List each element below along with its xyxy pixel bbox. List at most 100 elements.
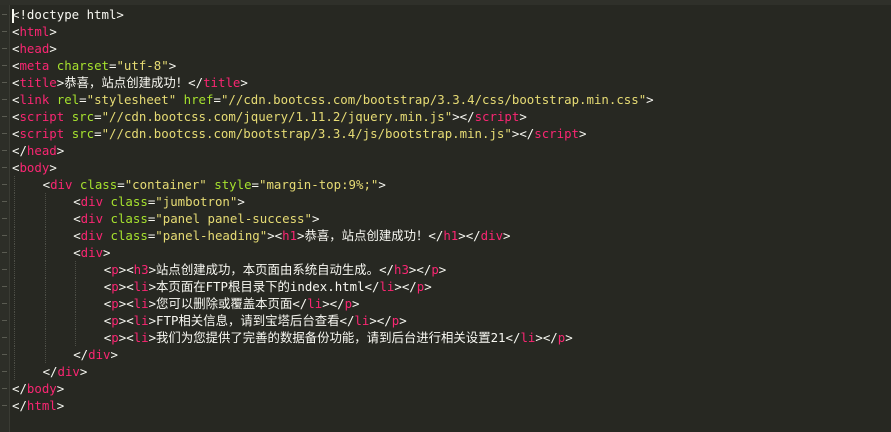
code-line[interactable]: <script src="//cdn.bootcss.com/bootstrap… xyxy=(12,125,654,142)
code-line[interactable]: <meta charset="utf-8"> xyxy=(12,57,654,74)
code-line[interactable]: </head> xyxy=(12,142,654,159)
code-token: p xyxy=(111,313,119,328)
code-token: > xyxy=(646,92,654,107)
code-token: > xyxy=(56,398,65,413)
code-token: p xyxy=(344,296,353,311)
code-token: >< xyxy=(118,296,134,311)
code-lines[interactable]: <!doctype html> <html> <head> <meta charset… xyxy=(12,6,654,414)
fold-marker xyxy=(2,133,7,134)
fold-marker xyxy=(2,150,7,151)
code-line[interactable]: <p><h3>站点创建成功，本页面由系统自动生成。</h3></p> xyxy=(12,261,654,278)
code-line[interactable]: <head> xyxy=(12,40,654,57)
code-token: >< xyxy=(267,228,283,243)
code-token: >< xyxy=(118,279,134,294)
code-token: >我们为您提供了完善的数据备份功能，请到后台进行相关设置21</ xyxy=(148,330,521,345)
code-token: li xyxy=(520,330,536,345)
code-token: li xyxy=(307,296,323,311)
code-token: class xyxy=(79,177,118,192)
code-line[interactable]: <!doctype html> xyxy=(12,6,654,23)
code-token: = xyxy=(213,92,221,107)
indent-guide xyxy=(75,312,77,329)
indent-guide xyxy=(14,278,15,295)
code-token: = xyxy=(94,126,102,141)
code-line[interactable]: <p><li>我们为您提供了完善的数据备份功能，请到后台进行相关设置21</li… xyxy=(12,329,654,346)
fold-marker xyxy=(2,48,7,49)
code-token: head xyxy=(19,41,50,56)
code-token: link xyxy=(19,92,50,107)
code-line-content: <script src="//cdn.bootcss.com/jquery/1.… xyxy=(12,109,527,124)
code-token: ></ xyxy=(511,126,535,141)
indent-guide xyxy=(14,227,15,244)
code-token: "//cdn.bootcss.com/bootstrap/3.3.4/js/bo… xyxy=(101,126,512,141)
fold-marker xyxy=(2,218,7,219)
code-token: div xyxy=(88,347,111,362)
code-token: "panel-heading" xyxy=(155,228,268,243)
code-line-content: <p><h3>站点创建成功，本页面由系统自动生成。</h3></p> xyxy=(12,262,446,277)
code-line[interactable]: <script src="//cdn.bootcss.com/jquery/1.… xyxy=(12,108,654,125)
code-editor[interactable]: <!doctype html> <html> <head> <meta charset… xyxy=(0,5,891,432)
code-line[interactable]: <div> xyxy=(12,244,654,261)
fold-marker xyxy=(2,201,7,202)
indent-guide xyxy=(14,210,15,227)
code-token: ></ xyxy=(369,313,392,328)
code-token: > xyxy=(519,109,527,124)
fold-marker xyxy=(2,320,7,321)
code-line[interactable]: <title>恭喜，站点创建成功！</title> xyxy=(12,74,654,91)
indent-guide xyxy=(44,312,46,329)
indent-guide xyxy=(14,193,15,210)
code-line[interactable]: <p><li>本页面在FTP根目录下的index.html</li></p> xyxy=(12,278,654,295)
code-token: class xyxy=(110,228,148,243)
code-token: >站点创建成功，本页面由系统自动生成。</ xyxy=(148,262,394,277)
code-line[interactable]: <div class="panel panel-success"> xyxy=(12,210,654,227)
code-line[interactable]: </body> xyxy=(12,380,654,397)
code-token: = xyxy=(251,177,260,192)
code-token: charset xyxy=(56,58,109,73)
code-line[interactable]: <html> xyxy=(12,23,654,40)
code-token: = xyxy=(117,177,125,192)
code-token: < xyxy=(73,211,81,226)
fold-marker xyxy=(2,167,7,168)
code-line-content: </div> xyxy=(12,347,118,362)
code-line[interactable]: </html> xyxy=(12,397,654,414)
code-line[interactable]: </div> xyxy=(12,346,654,363)
code-line[interactable]: <div class="panel-heading"><h1>恭喜，站点创建成功… xyxy=(12,227,654,244)
code-token: ></ xyxy=(458,228,481,243)
code-token: script xyxy=(19,109,65,124)
code-token: class xyxy=(110,194,148,209)
code-token: >恭喜，站点创建成功！</ xyxy=(56,75,204,90)
fold-marker xyxy=(2,286,7,287)
code-token: head xyxy=(26,143,57,158)
code-line[interactable]: </div> xyxy=(12,363,654,380)
code-token: >< xyxy=(118,330,134,345)
fold-marker xyxy=(2,388,7,389)
code-token: < xyxy=(73,228,81,243)
code-line[interactable]: <body> xyxy=(12,159,654,176)
code-token: < xyxy=(73,245,81,260)
code-line-content: </html> xyxy=(12,398,64,413)
code-token: li xyxy=(133,313,149,328)
code-line[interactable]: <div class="container" style="margin-top… xyxy=(12,176,654,193)
fold-marker xyxy=(2,252,7,253)
code-token: class xyxy=(110,211,148,226)
code-line[interactable]: <p><li>FTP相关信息，请到宝塔后台查看</li></p> xyxy=(12,312,654,329)
fold-marker xyxy=(2,235,7,236)
code-line[interactable]: <div class="jumbotron"> xyxy=(12,193,654,210)
indent-guide xyxy=(44,244,46,261)
code-token: = xyxy=(94,109,102,124)
code-line[interactable]: <p><li>您可以删除或覆盖本页面</li></p> xyxy=(12,295,654,312)
code-token: li xyxy=(133,330,149,345)
code-line-content: <!doctype html> xyxy=(12,7,124,22)
fold-marker xyxy=(2,354,7,355)
indent-guide xyxy=(14,312,15,329)
fold-marker xyxy=(2,99,7,100)
indent-guide xyxy=(14,244,15,261)
code-token: </ xyxy=(12,398,27,413)
code-line[interactable]: <link rel="stylesheet" href="//cdn.bootc… xyxy=(12,91,654,108)
code-token: div xyxy=(80,245,104,260)
code-token: ></ xyxy=(322,296,345,311)
code-line-content: <div class="panel panel-success"> xyxy=(12,211,319,226)
